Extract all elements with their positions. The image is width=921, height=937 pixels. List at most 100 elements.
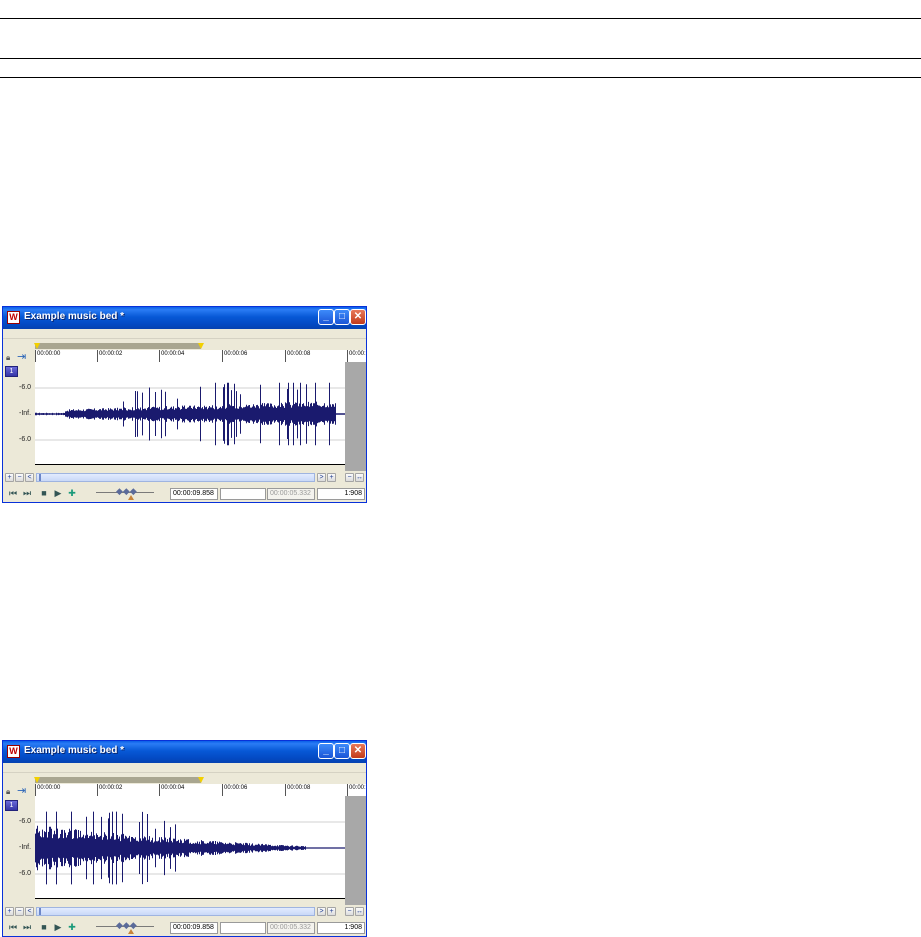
- transport-bar: ⏮ ⏭ ■ ▶ ✚ ◆◆◆ 00:00:09.858 00:00:05.332 …: [3, 919, 366, 936]
- ruler-tick: [97, 350, 98, 362]
- waveform: [35, 382, 345, 446]
- selection-range[interactable]: [35, 777, 201, 783]
- selection-start-marker[interactable]: [34, 777, 40, 783]
- window-title: Example music bed *: [24, 311, 125, 322]
- snap-icon[interactable]: ⇥: [17, 351, 29, 363]
- ruler-tick: [347, 784, 348, 796]
- zoom-out-level-button[interactable]: −: [15, 907, 24, 916]
- selection-length-field[interactable]: [220, 488, 266, 500]
- minimize-button[interactable]: _: [318, 743, 334, 759]
- ruler-tick: [35, 350, 36, 362]
- zoom-out-level-button[interactable]: −: [15, 473, 24, 482]
- wave-window-fade-in[interactable]: W Example music bed * _ □ ✕ 🔒︎ ⇥ 1 -6.0 …: [2, 306, 367, 503]
- zoom-in-level-button[interactable]: +: [5, 473, 14, 482]
- ruler-label: 00:00:06: [224, 351, 248, 357]
- waveform-area[interactable]: [35, 796, 366, 899]
- scroll-thumb[interactable]: [39, 908, 41, 915]
- sound-forge-icon[interactable]: W: [7, 745, 20, 758]
- zoom-in-button[interactable]: +: [327, 907, 336, 916]
- go-to-start-icon[interactable]: ⏮: [8, 489, 18, 498]
- titlebar[interactable]: W Example music bed * _ □ ✕: [3, 307, 366, 329]
- ruler-label: 00:00:: [349, 785, 366, 791]
- play-icon[interactable]: ▶: [53, 489, 63, 498]
- zoom-ratio-field[interactable]: 1:908: [317, 488, 365, 500]
- zoom-in-level-button[interactable]: +: [5, 907, 14, 916]
- go-to-end-icon[interactable]: ⏭: [22, 923, 32, 932]
- go-to-start-icon[interactable]: ⏮: [8, 923, 18, 932]
- horizontal-scrollbar[interactable]: [36, 473, 315, 482]
- selection-start-marker[interactable]: [34, 343, 40, 349]
- zoom-in-button[interactable]: +: [327, 473, 336, 482]
- ruler-tick: [222, 350, 223, 362]
- stop-icon[interactable]: ■: [39, 923, 49, 932]
- ruler-label: 00:00:04: [161, 351, 185, 357]
- waveform-end-region: [345, 796, 366, 899]
- close-icon: ✕: [353, 745, 363, 756]
- playbar-slider-pointer[interactable]: [128, 495, 134, 500]
- selection-range[interactable]: [35, 343, 201, 349]
- ruler-label: 00:00:00: [37, 785, 61, 791]
- close-icon: ✕: [353, 311, 363, 322]
- selection-end-marker[interactable]: [198, 343, 204, 349]
- zoom-fit-button[interactable]: ↔: [355, 473, 364, 482]
- cursor-position-field[interactable]: 00:00:09.858: [170, 922, 218, 934]
- db-label-center: -Inf.: [19, 844, 32, 851]
- ruler-tick: [97, 784, 98, 796]
- titlebar[interactable]: W Example music bed * _ □ ✕: [3, 741, 366, 763]
- scroll-left-button[interactable]: <: [25, 907, 34, 916]
- ruler-label: 00:00:: [349, 351, 366, 357]
- third-rule: [0, 77, 921, 78]
- scroll-left-button[interactable]: <: [25, 473, 34, 482]
- close-button[interactable]: ✕: [350, 743, 366, 759]
- ruler-tick: [347, 350, 348, 362]
- maximize-icon: □: [338, 311, 346, 322]
- selection-length-field[interactable]: [220, 922, 266, 934]
- transport-bar: ⏮ ⏭ ■ ▶ ✚ ◆◆◆ 00:00:09.858 00:00:05.332 …: [3, 485, 366, 502]
- window-title: Example music bed *: [24, 745, 125, 756]
- play-all-icon[interactable]: ✚: [67, 489, 77, 498]
- scroll-right-button[interactable]: >: [317, 907, 326, 916]
- waveform-trace: [35, 811, 345, 885]
- wave-window-fade-out[interactable]: W Example music bed * _ □ ✕ 🔒︎ ⇥ 1 -6.0 …: [2, 740, 367, 937]
- lock-icon[interactable]: 🔒︎: [6, 353, 14, 362]
- waveform: [35, 811, 345, 885]
- ruler-tick: [159, 350, 160, 362]
- selection-bar[interactable]: [34, 777, 366, 783]
- sound-forge-icon[interactable]: W: [7, 311, 20, 324]
- stop-icon[interactable]: ■: [39, 489, 49, 498]
- ruler-label: 00:00:08: [287, 351, 311, 357]
- playbar-slider-handle[interactable]: ◆◆◆: [116, 921, 137, 930]
- selection-end-marker[interactable]: [198, 777, 204, 783]
- db-label-bottom: -6.0: [19, 436, 32, 443]
- cursor-position-field[interactable]: 00:00:09.858: [170, 488, 218, 500]
- close-button[interactable]: ✕: [350, 309, 366, 325]
- channel-button[interactable]: 1: [5, 800, 18, 811]
- channel-rail: 🔒︎ ⇥ 1 -6.0 -Inf. -6.0: [3, 339, 35, 464]
- db-label-top: -6.0: [19, 384, 32, 391]
- top-rule: [0, 18, 921, 19]
- snap-icon[interactable]: ⇥: [17, 785, 29, 797]
- maximize-button[interactable]: □: [334, 309, 350, 325]
- play-all-icon[interactable]: ✚: [67, 923, 77, 932]
- db-label-center: -Inf.: [19, 410, 32, 417]
- ruler-tick: [285, 784, 286, 796]
- minimize-icon: _: [323, 311, 329, 322]
- zoom-fit-button[interactable]: ↔: [355, 907, 364, 916]
- lock-icon[interactable]: 🔒︎: [6, 787, 14, 796]
- horizontal-scrollbar[interactable]: [36, 907, 315, 916]
- go-to-end-icon[interactable]: ⏭: [22, 489, 32, 498]
- zoom-out-button[interactable]: −: [345, 473, 354, 482]
- playbar-slider-pointer[interactable]: [128, 929, 134, 934]
- maximize-button[interactable]: □: [334, 743, 350, 759]
- channel-button[interactable]: 1: [5, 366, 18, 377]
- playbar-slider-handle[interactable]: ◆◆◆: [116, 487, 137, 496]
- ruler-label: 00:00:00: [37, 351, 61, 357]
- scroll-right-button[interactable]: >: [317, 473, 326, 482]
- scroll-thumb[interactable]: [39, 474, 41, 481]
- zoom-ratio-field[interactable]: 1:908: [317, 922, 365, 934]
- play-icon[interactable]: ▶: [53, 923, 63, 932]
- minimize-button[interactable]: _: [318, 309, 334, 325]
- zoom-out-button[interactable]: −: [345, 907, 354, 916]
- selection-bar[interactable]: [34, 343, 366, 349]
- waveform-area[interactable]: [35, 362, 366, 465]
